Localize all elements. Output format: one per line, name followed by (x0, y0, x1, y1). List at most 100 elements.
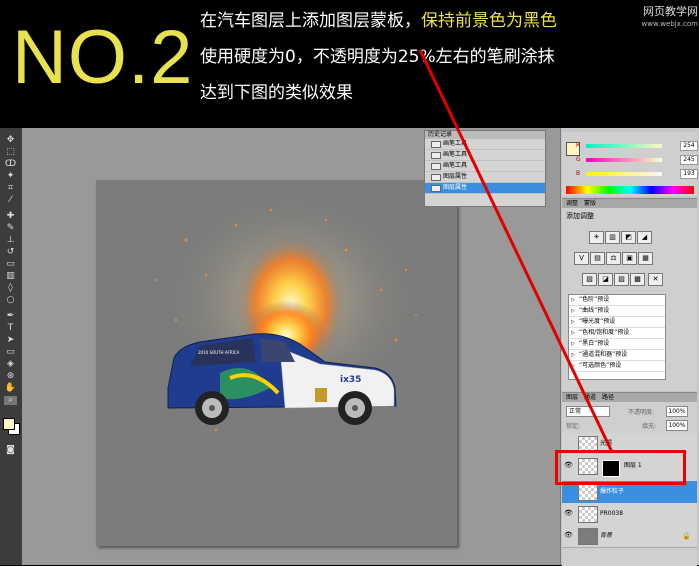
tools-panel: ✥ ⬚ ↀ ✦ ⌗ ⁄ ✚ ✎ ⊥ ↺ ▭ ▥ ◊ ○ ✒ T ➤ ▭ ◈ ⊛ … (0, 128, 23, 565)
tab-masks[interactable]: 蒙版 (584, 200, 602, 207)
eraser-tool-icon[interactable]: ▭ (4, 260, 17, 269)
color-spectrum-bar[interactable] (566, 186, 694, 194)
crop-tool-icon[interactable]: ⌗ (4, 184, 17, 193)
instruction-line-1-white: 在汽车图层上添加图层蒙板， (200, 11, 421, 31)
history-item[interactable]: 画笔工具 (425, 139, 545, 150)
photo-filter-icon[interactable]: ▦ (638, 252, 653, 265)
layer-row[interactable]: 👁 PR0038 (562, 503, 697, 526)
hand-tool-icon[interactable]: ✋ (4, 384, 17, 393)
layer-row[interactable]: 👁 背景 🔒 (562, 525, 697, 548)
watermark: 网页教学网 www.webjx.com (606, 5, 699, 30)
gradient-tool-icon[interactable]: ▥ (4, 272, 17, 281)
hue-saturation-icon[interactable]: ▤ (590, 252, 605, 265)
path-selection-icon[interactable]: ➤ (4, 336, 17, 345)
foreground-color-swatch[interactable] (3, 418, 15, 430)
blend-mode-select[interactable]: 正常 (566, 406, 610, 417)
3d-orbit-icon[interactable]: ⊛ (4, 372, 17, 381)
watermark-text: 网页教学网 (643, 5, 698, 18)
vibrance-icon[interactable]: V (574, 252, 589, 265)
move-tool-icon[interactable]: ✥ (4, 136, 17, 145)
green-value[interactable]: 245 (680, 155, 698, 165)
layer-thumbnail (578, 484, 598, 501)
stamp-tool-icon[interactable]: ⊥ (4, 236, 17, 245)
brightness-contrast-icon[interactable]: ☀ (589, 231, 604, 244)
tab-paths[interactable]: 路径 (602, 394, 620, 401)
history-item-selected[interactable]: 图层属性 (425, 183, 545, 194)
eye-icon[interactable]: 👁 (564, 531, 573, 539)
history-item-label: 图层属性 (443, 184, 468, 191)
history-item-label: 图层属性 (443, 173, 468, 180)
instruction-line-3: 达到下图的类似效果 (200, 83, 353, 103)
layer-name: PR0038 (600, 510, 624, 517)
blue-slider[interactable] (586, 172, 662, 176)
watermark-url: www.webjx.com (641, 20, 699, 28)
history-item[interactable]: 画笔工具 (425, 150, 545, 161)
green-channel-label: G (576, 156, 581, 163)
layer-thumbnail (578, 528, 598, 545)
red-channel-label: R (576, 142, 581, 149)
preset-item[interactable]: “可选颜色”预设 (569, 361, 665, 372)
healing-brush-icon[interactable]: ✚ (4, 212, 17, 221)
car-badge: ix35 (340, 375, 361, 385)
preset-item[interactable]: “色阶”预设 (569, 295, 665, 306)
threshold-icon[interactable]: ▩ (630, 273, 645, 286)
fill-input[interactable]: 100% (666, 420, 688, 431)
tab-channels[interactable]: 通道 (584, 394, 602, 401)
preset-item[interactable]: “曲线”预设 (569, 306, 665, 317)
blue-channel-label: B (576, 170, 581, 177)
history-panel-title: 历史记录 (425, 131, 545, 139)
quick-mask-icon[interactable]: ◙ (4, 446, 17, 455)
tab-layers[interactable]: 图层 (566, 394, 584, 401)
marquee-tool-icon[interactable]: ⬚ (4, 148, 17, 157)
pen-tool-icon[interactable]: ✒ (4, 312, 17, 321)
layer-name: 背景 (600, 532, 613, 539)
adjustments-tabs: 调整 蒙版 (562, 199, 697, 208)
selective-color-icon[interactable]: ✕ (648, 273, 663, 286)
car-image: ix35 2010 SOUTH AFRICA (167, 333, 397, 425)
blur-tool-icon[interactable]: ◊ (4, 284, 17, 293)
channel-mixer-icon[interactable]: ▧ (582, 273, 597, 286)
lasso-tool-icon[interactable]: ↀ (4, 160, 17, 169)
adjustments-title: 添加调整 (566, 212, 594, 220)
instruction-line-1-yellow: 保持前景色为黑色 (421, 11, 557, 31)
posterize-icon[interactable]: ▨ (614, 273, 629, 286)
exposure-icon[interactable]: ◢ (637, 231, 652, 244)
opacity-input[interactable]: 100% (666, 406, 688, 417)
history-brush-icon[interactable]: ↺ (4, 248, 17, 257)
instruction-line-2: 使用硬度为0，不透明度为25%左右的笔刷涂抹 (200, 47, 555, 67)
magic-wand-icon[interactable]: ✦ (4, 172, 17, 181)
preset-item[interactable]: “通道混和器”预设 (569, 350, 665, 361)
adjustment-presets-list: “色阶”预设 “曲线”预设 “曝光度”预设 “色相/饱和度”预设 “黑白”预设 … (568, 294, 666, 380)
3d-rotate-icon[interactable]: ◈ (4, 360, 17, 369)
instruction-line-1: 在汽车图层上添加图层蒙板，保持前景色为黑色 (200, 10, 557, 32)
brush-icon (431, 152, 441, 159)
layer-properties-icon (431, 185, 441, 192)
blue-value[interactable]: 193 (680, 169, 698, 179)
preset-item[interactable]: “曝光度”预设 (569, 317, 665, 328)
red-value[interactable]: 254 (680, 141, 698, 151)
curves-icon[interactable]: ◩ (621, 231, 636, 244)
invert-icon[interactable]: ◪ (598, 273, 613, 286)
preset-item[interactable]: “色相/饱和度”预设 (569, 328, 665, 339)
history-item[interactable]: 画笔工具 (425, 161, 545, 172)
car-roof-text: 2010 SOUTH AFRICA (198, 350, 240, 355)
dodge-tool-icon[interactable]: ○ (4, 296, 17, 305)
type-tool-icon[interactable]: T (4, 324, 17, 333)
color-panel: R 254 G 245 B 193 (562, 132, 698, 196)
preset-item[interactable]: “黑白”预设 (569, 339, 665, 350)
brush-tool-icon[interactable]: ✎ (4, 224, 17, 233)
green-slider[interactable] (586, 158, 662, 162)
red-slider[interactable] (586, 144, 662, 148)
black-white-icon[interactable]: ▣ (622, 252, 637, 265)
shape-tool-icon[interactable]: ▭ (4, 348, 17, 357)
eyedropper-icon[interactable]: ⁄ (4, 196, 17, 205)
step-number: NO.2 (12, 15, 194, 100)
eye-icon[interactable]: 👁 (564, 509, 573, 517)
zoom-tool-icon[interactable]: ⌕ (4, 396, 17, 405)
opacity-label: 不透明度: (628, 409, 655, 416)
history-item[interactable]: 图层属性 (425, 172, 545, 183)
color-balance-icon[interactable]: ⚖ (606, 252, 621, 265)
levels-icon[interactable]: ▥ (605, 231, 620, 244)
tab-adjustments[interactable]: 调整 (566, 200, 584, 207)
layer-properties-icon (431, 174, 441, 181)
